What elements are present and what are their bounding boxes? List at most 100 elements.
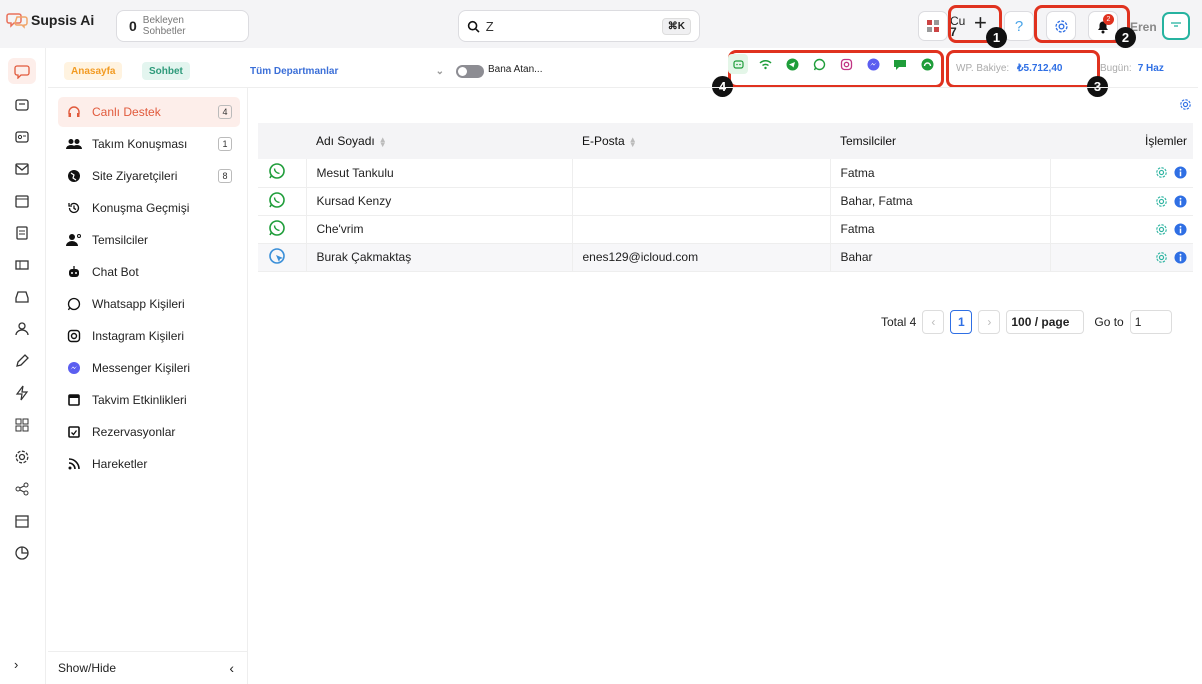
name-column-header[interactable]: Adı Soyadı ▲ ▼ — [306, 123, 572, 159]
sidebar-item[interactable]: Takvim Etkinlikleri — [58, 385, 240, 415]
rail-tickets[interactable] — [8, 252, 36, 278]
pagination: Total 4 ‹ 1 › 100 / page Go to 1 — [881, 310, 1172, 334]
row-settings-gear-icon[interactable] — [1155, 251, 1168, 264]
rail-reports[interactable] — [8, 540, 36, 566]
rail-support[interactable] — [8, 92, 36, 118]
department-select[interactable]: Tüm Departmanlar ⌄ — [246, 62, 448, 80]
balance-value: ₺5.712,40 — [1017, 62, 1063, 74]
rail-settings[interactable] — [8, 444, 36, 470]
next-page-button[interactable]: › — [978, 310, 1001, 334]
channel-cell — [258, 215, 306, 244]
channel-cell — [258, 159, 306, 188]
bot-icon — [66, 265, 82, 279]
assigned-to-me-toggle[interactable] — [456, 65, 484, 78]
history-icon — [66, 201, 82, 215]
actions-cell[interactable] — [1049, 159, 1193, 188]
chevron-down-icon: ⌄ — [435, 65, 444, 77]
sidebar-item[interactable]: Takım Konuşması 1 — [58, 129, 240, 159]
rail-calendar[interactable] — [8, 188, 36, 214]
table-row[interactable]: Mesut Tankulu Fatma — [258, 159, 1193, 188]
whatsapp-icon — [66, 297, 82, 311]
channel-status-bar — [728, 54, 937, 74]
menu-icon — [1171, 22, 1181, 27]
actions-cell[interactable] — [1049, 215, 1193, 244]
contacts-table: Adı Soyadı ▲ ▼ E-Posta ▲ ▼ Temsilciler İşlem… — [258, 123, 1193, 272]
pending-count: 0 — [129, 18, 137, 34]
rail-edit[interactable] — [8, 348, 36, 374]
rail-users[interactable] — [8, 316, 36, 342]
user-menu-button[interactable] — [1162, 12, 1190, 40]
page-size-select[interactable]: 100 / page — [1006, 310, 1085, 334]
chatbot-channel-icon[interactable] — [728, 54, 748, 74]
email-column-header[interactable]: E-Posta ▲ ▼ — [572, 123, 830, 159]
row-settings-gear-icon[interactable] — [1155, 195, 1168, 208]
store-icon — [15, 515, 29, 528]
sidebar-item[interactable]: Chat Bot — [58, 257, 240, 287]
sort-icon[interactable]: ▲ ▼ — [379, 135, 387, 148]
other-channel-icon[interactable] — [917, 54, 937, 74]
sidebar-item[interactable]: Messenger Kişileri — [58, 353, 240, 383]
row-settings-gear-icon[interactable] — [1155, 223, 1168, 236]
help-button[interactable]: ? — [1004, 11, 1034, 41]
prev-page-button[interactable]: ‹ — [922, 310, 945, 334]
lightning-icon — [15, 385, 29, 401]
show-hide-toggle[interactable]: Show/Hide ‹ — [48, 651, 248, 684]
sidebar-item[interactable]: Canlı Destek 4 — [58, 97, 240, 127]
sidebar-item[interactable]: Hareketler — [58, 449, 240, 479]
search-box[interactable]: ⌘K — [458, 10, 700, 42]
sidebar-item[interactable]: Konuşma Geçmişi — [58, 193, 240, 223]
table-row[interactable]: Che'vrim Fatma — [258, 215, 1193, 244]
rail-documents[interactable] — [8, 220, 36, 246]
sidebar-item-label: Takvim Etkinlikleri — [92, 393, 187, 407]
sidebar-item-label: Hareketler — [92, 457, 148, 471]
sort-icon[interactable]: ▲ ▼ — [629, 135, 637, 148]
top-bar: Supsis Ai 0 Bekleyen Sohbetler ⌘K Cu 7 +… — [0, 0, 1202, 48]
today-value: 7 Haz — [1137, 62, 1164, 74]
telegram-channel-icon[interactable] — [782, 54, 802, 74]
pagination-total: Total 4 — [881, 315, 917, 329]
switch-account-button[interactable] — [918, 11, 948, 41]
rail-chat[interactable] — [8, 58, 36, 84]
rail-mail[interactable] — [8, 156, 36, 182]
search-input[interactable] — [485, 18, 662, 34]
whatsapp-channel-icon[interactable] — [809, 54, 829, 74]
rail-store[interactable] — [8, 508, 36, 534]
table-row[interactable]: Burak Çakmaktaş enes129@icloud.com Bahar — [258, 243, 1193, 272]
rail-share[interactable] — [8, 476, 36, 502]
sidebar-item[interactable]: Rezervasyonlar — [58, 417, 240, 447]
sidebar-item[interactable]: Whatsapp Kişileri — [58, 289, 240, 319]
info-icon[interactable] — [1174, 166, 1187, 179]
whatsapp-icon — [268, 219, 286, 240]
sidebar-item[interactable]: Site Ziyaretçileri 8 — [58, 161, 240, 191]
rail-inbox[interactable] — [8, 284, 36, 310]
pending-chats-widget[interactable]: 0 Bekleyen Sohbetler — [116, 10, 249, 42]
rail-apps[interactable] — [8, 412, 36, 438]
sms-channel-icon[interactable] — [890, 54, 910, 74]
row-settings-gear-icon[interactable] — [1155, 166, 1168, 179]
messenger-channel-icon[interactable] — [863, 54, 883, 74]
info-icon[interactable] — [1174, 194, 1187, 208]
expand-rail-chevron-icon[interactable]: › — [14, 657, 18, 672]
marker-1: 1 — [986, 27, 1007, 48]
table-settings-gear-icon[interactable] — [1179, 98, 1192, 111]
rail-automation[interactable] — [8, 380, 36, 406]
breadcrumb-home[interactable]: Anasayfa — [64, 62, 123, 80]
wifi-channel-icon[interactable] — [755, 54, 775, 74]
current-page-button[interactable]: 1 — [950, 310, 973, 334]
actions-cell[interactable] — [1049, 243, 1193, 272]
sidebar-item[interactable]: Instagram Kişileri — [58, 321, 240, 351]
rail-contacts[interactable] — [8, 124, 36, 150]
breadcrumb-chat[interactable]: Sohbet — [142, 62, 190, 80]
actions-column-header: İşlemler — [1050, 123, 1193, 159]
app-logo[interactable]: Supsis Ai — [6, 11, 94, 29]
sidebar-item[interactable]: Temsilciler — [58, 225, 240, 255]
goto-input[interactable]: 1 — [1129, 310, 1172, 334]
instagram-channel-icon[interactable] — [836, 54, 856, 74]
info-icon[interactable] — [1174, 222, 1187, 236]
qr-icon — [927, 20, 939, 32]
actions-cell[interactable] — [1049, 187, 1193, 216]
agents-cell: Bahar — [829, 243, 1050, 272]
email-cell — [571, 187, 830, 216]
table-row[interactable]: Kursad Kenzy Bahar, Fatma — [258, 187, 1193, 216]
info-icon[interactable] — [1174, 250, 1187, 264]
